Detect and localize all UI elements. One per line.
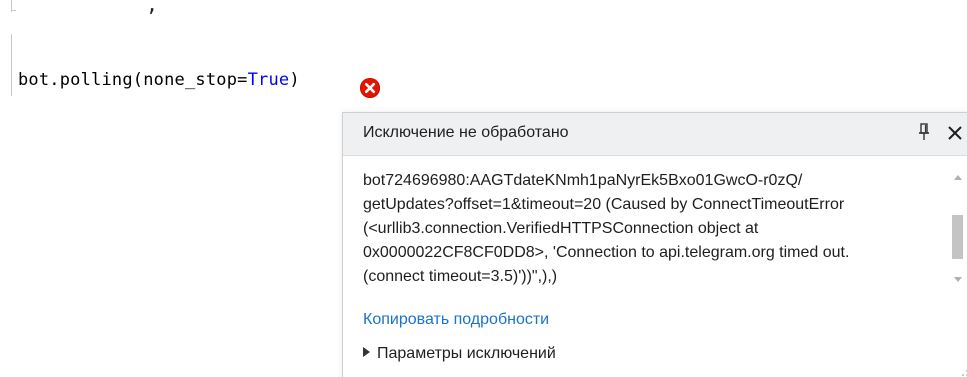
popup-header: Исключение не обработано	[343, 113, 967, 156]
message-scrollbar[interactable]	[949, 169, 967, 289]
message-line: getUpdates?offset=1&timeout=20 (Caused b…	[363, 196, 845, 213]
message-line: bot724696980:AAGTdateKNmh1paNyrEk5Bxo01G…	[363, 172, 803, 189]
gutter-line	[11, 34, 12, 96]
code-line[interactable]: bot.polling(none_stop=True)	[18, 70, 300, 90]
pin-icon[interactable]	[917, 122, 931, 142]
scroll-down-arrow-icon[interactable]	[954, 277, 962, 282]
code-editor[interactable]: , bot.polling(none_stop=True) Исключение…	[0, 0, 967, 377]
code-text-suffix: )	[289, 70, 300, 90]
copy-details-link[interactable]: Копировать подробности	[363, 311, 549, 329]
gutter-tick	[11, 10, 16, 11]
scroll-up-arrow-icon[interactable]	[954, 175, 962, 180]
message-line: (<urllib3.connection.VerifiedHTTPSConnec…	[363, 220, 759, 237]
message-line: 0x0000022CF8CF0DD8>, 'Connection to api.…	[363, 244, 850, 261]
error-icon[interactable]	[360, 78, 380, 98]
message-line: (connect timeout=3.5)'))",),)	[363, 268, 558, 285]
exception-message: bot724696980:AAGTdateKNmh1paNyrEk5Bxo01G…	[363, 169, 939, 289]
exception-popup: Исключение не обработано bot724696980:AA…	[342, 112, 967, 377]
resize-grip-icon[interactable]	[959, 367, 967, 377]
code-text: bot.polling(none_stop=	[18, 70, 248, 90]
exception-settings-label: Параметры исключений	[377, 345, 556, 362]
close-icon[interactable]	[947, 125, 963, 141]
exception-settings-expander[interactable]: Параметры исключений	[363, 345, 556, 363]
scroll-thumb[interactable]	[952, 215, 963, 259]
message-text: bot724696980:AAGTdateKNmh1paNyrEk5Bxo01G…	[363, 169, 939, 289]
code-fragment: ,	[146, 0, 159, 16]
popup-title: Исключение не обработано	[363, 124, 569, 141]
error-x-glyph	[364, 82, 376, 94]
expand-triangle-icon	[363, 347, 370, 357]
keyword-true: True	[247, 70, 290, 90]
